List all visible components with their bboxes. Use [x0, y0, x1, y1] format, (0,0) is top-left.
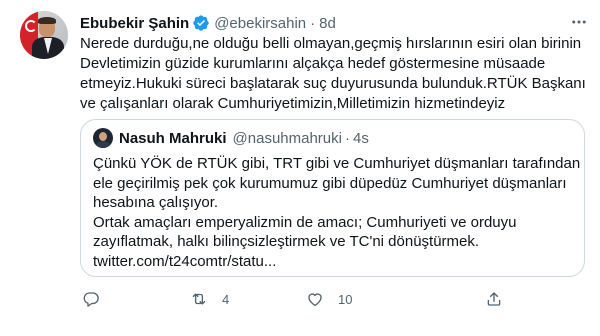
tweet-text-line: etmeyiz.Hukuki süreci başlatarak suç duy… [80, 75, 586, 92]
quoted-text-line: Çünkü YÖK de RTÜK gibi, TRT gibi ve Cumh… [93, 155, 581, 172]
retweet-count: 4 [222, 291, 230, 307]
quoted-text-line: zayıflatmak, halkı bilinçsizleştirmek ve… [93, 233, 480, 250]
quoted-author-name: Nasuh Mahruki [119, 129, 227, 147]
tweet-card[interactable]: Ebubekir Şahin @ebekirsahin · 8d Nerede … [0, 0, 600, 336]
like-icon [308, 293, 322, 307]
tweet-text-line: Nerede durduğu,ne olduğu belli olmayan,g… [80, 35, 582, 52]
quoted-text-line: Ortak amaçları emperyalizmin de amacı; C… [93, 213, 517, 231]
separator-dot: · [310, 14, 316, 32]
author-avatar[interactable] [20, 11, 68, 59]
quoted-tweet-header: Nasuh Mahruki @nasuhmahruki · 4s [119, 129, 369, 147]
retweet-button[interactable]: 4 [190, 288, 229, 310]
reply-icon [83, 292, 99, 307]
author-name[interactable]: Ebubekir Şahin [80, 15, 189, 32]
tweet-text-line: ve çalışanları olarak Cumhuriyetimizin,M… [80, 95, 506, 112]
tweet-header: Ebubekir Şahin @ebekirsahin · 8d [80, 13, 336, 33]
separator-dot: · [344, 129, 350, 147]
like-button[interactable]: 10 [306, 288, 352, 310]
quoted-text-line: hesabına çalışıyor. [93, 194, 219, 211]
like-count: 10 [338, 291, 353, 307]
quoted-tweet[interactable]: Nasuh Mahruki @nasuhmahruki · 4s Çünkü Y… [80, 119, 585, 277]
verified-badge-icon [193, 15, 209, 31]
tweet-text: Nerede durduğu,ne olduğu belli olmayan,g… [80, 34, 586, 114]
tweet-text-line: Devletimizin güzide kurumlarını alçakça … [80, 55, 546, 72]
share-button[interactable] [485, 288, 503, 310]
reply-button[interactable] [82, 288, 114, 310]
quoted-author-handle: @nasuhmahruki [232, 129, 342, 147]
quoted-timestamp: 4s [352, 129, 369, 147]
retweet-icon [192, 293, 206, 305]
more-options-icon[interactable] [570, 13, 588, 31]
action-bar: 4 10 [80, 288, 585, 310]
author-handle[interactable]: @ebekirsahin [214, 15, 306, 32]
tweet-timestamp[interactable]: 8d [319, 15, 336, 32]
quoted-text-line: ele geçirilmiş pek çok kurumumuz gibi dü… [93, 174, 567, 192]
quoted-link[interactable]: twitter.com/t24comtr/statu... [93, 252, 573, 272]
share-icon [487, 292, 501, 306]
quoted-author-avatar [93, 128, 113, 148]
quoted-tweet-text: Çünkü YÖK de RTÜK gibi, TRT gibi ve Cumh… [93, 154, 581, 272]
